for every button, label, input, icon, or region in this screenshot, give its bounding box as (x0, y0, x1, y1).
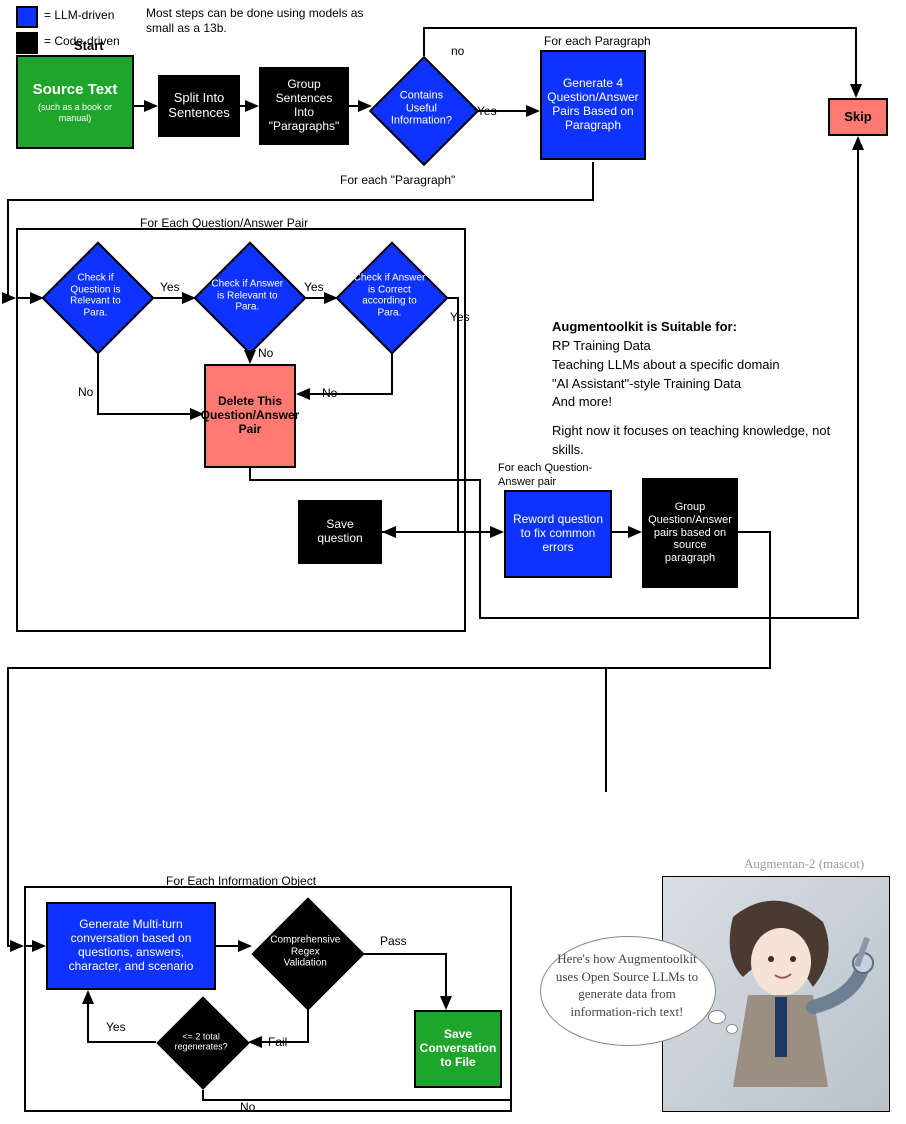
label-for-each-paragraph-top: For each Paragraph (544, 34, 651, 49)
info-block: Augmentoolkit is Suitable for: RP Traini… (552, 318, 832, 460)
source-text-title: Source Text (33, 81, 118, 98)
source-text-sub: (such as a book or manual) (25, 102, 125, 123)
label-no-a: No (258, 346, 273, 361)
node-split-sentences: Split Into Sentences (158, 75, 240, 137)
label-yes-a: Yes (304, 280, 324, 295)
info-line-1: Teaching LLMs about a specific domain (552, 356, 832, 375)
info-title: Augmentoolkit is Suitable for: (552, 318, 832, 337)
node-delete-pair: Delete This Question/Answer Pair (204, 364, 296, 468)
bubble-tail-2 (726, 1024, 738, 1034)
label-for-each-paragraph: For each "Paragraph" (340, 173, 455, 188)
region-qa-title: For Each Question/Answer Pair (140, 216, 308, 231)
label-fail: Fail (268, 1035, 287, 1050)
mascot-caption: Augmentan-2 (mascot) (744, 856, 864, 872)
legend-swatch-llm (16, 6, 38, 28)
node-save-conversation: Save Conversation to File (414, 1010, 502, 1088)
label-no-regen: No (240, 1100, 255, 1115)
start-label: Start (74, 38, 104, 54)
bubble-tail-1 (708, 1010, 726, 1024)
node-contains-useful: Contains Useful Information? (369, 56, 479, 166)
info-line-5: Right now it focuses on teaching knowled… (552, 422, 832, 460)
node-source-text: Source Text (such as a book or manual) (16, 55, 134, 149)
label-yes-q: Yes (160, 280, 180, 295)
label-yes-1: Yes (477, 104, 497, 119)
node-generate-4-qa: Generate 4 Question/Answer Pairs Based o… (540, 50, 646, 160)
label-yes-correct: Yes (450, 310, 470, 325)
bubble-text: Here's how Augmentoolkit uses Open Sourc… (552, 950, 702, 1020)
info-line-0: RP Training Data (552, 337, 832, 356)
node-skip: Skip (828, 98, 888, 136)
info-line-2: "AI Assistant"-style Training Data (552, 375, 832, 394)
legend-swatch-code (16, 32, 38, 54)
label-for-each-qa-pair: For each Question-Answer pair (498, 462, 628, 490)
legend-label-llm: = LLM-driven (44, 8, 114, 23)
label-pass: Pass (380, 934, 407, 949)
label-no-q: No (78, 385, 93, 400)
node-gen-multiturn: Generate Multi-turn conversation based o… (46, 902, 216, 990)
region-info-title: For Each Information Object (166, 874, 316, 889)
flowchart-canvas: = LLM-driven = Code-driven Most steps ca… (0, 0, 906, 1124)
node-save-question: Save question (298, 500, 382, 564)
label-yes-regen: Yes (106, 1020, 126, 1035)
note-model-size: Most steps can be done using models as s… (146, 6, 386, 36)
info-gap (552, 412, 832, 422)
node-group-by-source: Group Question/Answer pairs based on sou… (642, 478, 738, 588)
info-line-3: And more! (552, 393, 832, 412)
label-no-1: no (451, 44, 464, 59)
label-no-c: No (322, 386, 337, 401)
node-group-paragraphs: Group Sentences Into "Paragraphs" (259, 67, 349, 145)
node-reword: Reword question to fix common errors (504, 490, 612, 578)
